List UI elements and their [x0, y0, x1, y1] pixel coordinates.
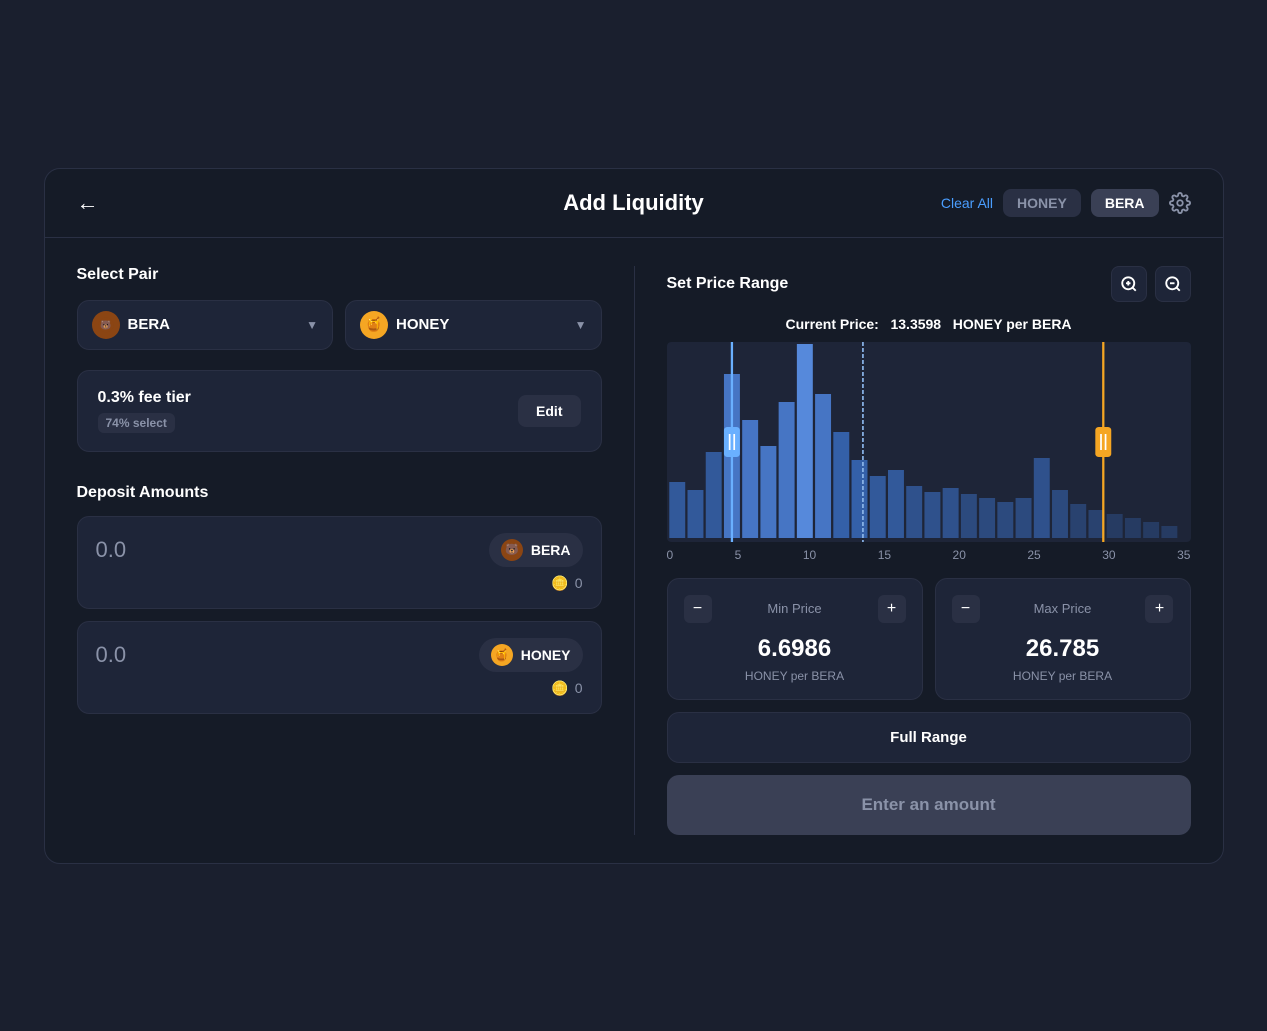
- bera-deposit-token: 🐻 BERA: [489, 533, 583, 567]
- min-price-value: 6.6986: [684, 635, 906, 663]
- bera-deposit-icon: 🐻: [501, 539, 523, 561]
- bera-deposit-row: 🐻 BERA: [96, 533, 583, 567]
- full-range-button[interactable]: Full Range: [667, 712, 1191, 763]
- max-price-minus-button[interactable]: −: [952, 595, 980, 623]
- honey-icon: 🍯: [360, 311, 388, 339]
- min-price-minus-button[interactable]: −: [684, 595, 712, 623]
- bera-amount-input[interactable]: [96, 537, 388, 563]
- bera-token-select[interactable]: 🐻 BERA ▼: [77, 300, 334, 350]
- min-price-box: − Min Price + 6.6986 HONEY per BERA: [667, 578, 923, 700]
- zoom-out-button[interactable]: [1155, 266, 1191, 302]
- bera-deposit-token-name: BERA: [531, 542, 571, 558]
- bera-deposit-box: 🐻 BERA 🪙 0: [77, 516, 602, 609]
- zoom-in-icon: [1120, 275, 1138, 293]
- fee-tier-box: 0.3% fee tier 74% select Edit: [77, 370, 602, 452]
- min-price-label: Min Price: [767, 601, 821, 616]
- x-label-10: 10: [803, 548, 816, 562]
- enter-amount-button[interactable]: Enter an amount: [667, 775, 1191, 835]
- honey-deposit-row: 🍯 HONEY: [96, 638, 583, 672]
- honey-deposit-box: 🍯 HONEY 🪙 0: [77, 621, 602, 714]
- honey-deposit-token-name: HONEY: [521, 647, 571, 663]
- max-price-value: 26.785: [952, 635, 1174, 663]
- current-price-value: 13.3598: [890, 316, 941, 332]
- bera-wallet-icon: 🪙: [551, 575, 568, 592]
- current-price-label: Current Price:: [785, 316, 878, 332]
- x-label-5: 5: [735, 548, 742, 562]
- select-pair-label: Select Pair: [77, 266, 602, 284]
- right-panel: Set Price Range: [634, 266, 1191, 835]
- x-label-25: 25: [1027, 548, 1040, 562]
- bera-token-left: 🐻 BERA: [92, 311, 171, 339]
- max-price-unit: HONEY per BERA: [952, 669, 1174, 683]
- bera-balance-row: 🪙 0: [96, 575, 583, 592]
- left-panel: Select Pair 🐻 BERA ▼: [77, 266, 634, 835]
- liquidity-chart: [667, 342, 1191, 542]
- current-price-display: Current Price: 13.3598 HONEY per BERA: [667, 316, 1191, 332]
- price-controls: − Min Price + 6.6986 HONEY per BERA − Ma…: [667, 578, 1191, 700]
- bera-icon: 🐻: [92, 311, 120, 339]
- bera-token-name: BERA: [128, 316, 171, 333]
- deposit-section: Deposit Amounts 🐻 BERA 🪙 0: [77, 484, 602, 714]
- bera-tab[interactable]: BERA: [1091, 189, 1159, 217]
- zoom-out-icon: [1164, 275, 1182, 293]
- fee-tier-label: 0.3% fee tier: [98, 389, 191, 407]
- max-price-label: Max Price: [1034, 601, 1092, 616]
- honey-token-name: HONEY: [396, 316, 449, 333]
- honey-balance: 0: [575, 680, 583, 696]
- clear-all-button[interactable]: Clear All: [941, 195, 993, 211]
- x-label-35: 35: [1177, 548, 1190, 562]
- honey-tab[interactable]: HONEY: [1003, 189, 1081, 217]
- select-pair-section: Select Pair 🐻 BERA ▼: [77, 266, 602, 350]
- min-price-plus-button[interactable]: +: [878, 595, 906, 623]
- max-price-box: − Max Price + 26.785 HONEY per BERA: [935, 578, 1191, 700]
- main-content: Select Pair 🐻 BERA ▼: [45, 238, 1223, 863]
- zoom-in-button[interactable]: [1111, 266, 1147, 302]
- x-label-30: 30: [1102, 548, 1115, 562]
- max-price-plus-button[interactable]: +: [1145, 595, 1173, 623]
- honey-deposit-token: 🍯 HONEY: [479, 638, 583, 672]
- x-label-20: 20: [953, 548, 966, 562]
- header-right: Clear All HONEY BERA: [941, 189, 1191, 217]
- honey-amount-input[interactable]: [96, 642, 388, 668]
- zoom-buttons: [1111, 266, 1191, 302]
- fee-info: 0.3% fee tier 74% select: [98, 389, 191, 433]
- bera-balance: 0: [575, 575, 583, 591]
- bera-chevron-icon: ▼: [306, 318, 318, 332]
- back-button[interactable]: ←: [77, 190, 99, 216]
- max-price-header: − Max Price +: [952, 595, 1174, 623]
- svg-text:🐻: 🐻: [100, 319, 111, 330]
- current-price-unit: HONEY per BERA: [953, 316, 1072, 332]
- x-label-15: 15: [878, 548, 891, 562]
- deposit-label: Deposit Amounts: [77, 484, 602, 502]
- honey-balance-row: 🪙 0: [96, 680, 583, 697]
- edit-fee-button[interactable]: Edit: [518, 395, 580, 427]
- honey-wallet-icon: 🪙: [551, 680, 568, 697]
- honey-token-left: 🍯 HONEY: [360, 311, 449, 339]
- gear-icon: [1169, 192, 1191, 214]
- honey-deposit-icon: 🍯: [491, 644, 513, 666]
- price-range-label: Set Price Range: [667, 275, 789, 293]
- page-title: Add Liquidity: [563, 190, 704, 216]
- chart-container: [667, 342, 1191, 542]
- honey-token-select[interactable]: 🍯 HONEY ▼: [345, 300, 602, 350]
- chart-x-labels: 0 5 10 15 20 25 30 35: [667, 548, 1191, 578]
- honey-chevron-icon: ▼: [575, 318, 587, 332]
- settings-button[interactable]: [1169, 192, 1191, 214]
- header: ← Add Liquidity Clear All HONEY BERA: [45, 169, 1223, 238]
- price-range-header: Set Price Range: [667, 266, 1191, 302]
- pair-selectors: 🐻 BERA ▼ 🍯 HONEY: [77, 300, 602, 350]
- min-price-unit: HONEY per BERA: [684, 669, 906, 683]
- x-label-0: 0: [667, 548, 674, 562]
- fee-badge: 74% select: [98, 413, 175, 433]
- min-price-header: − Min Price +: [684, 595, 906, 623]
